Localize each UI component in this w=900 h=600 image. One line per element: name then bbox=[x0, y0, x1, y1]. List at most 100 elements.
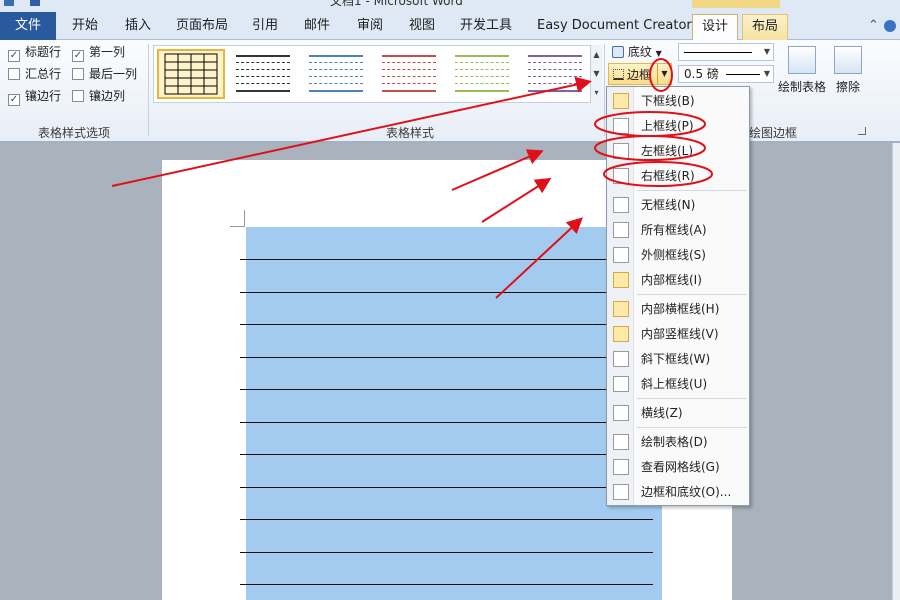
borders-dropdown-menu: 下框线(B) 上框线(P) 左框线(L) 右框线(R) 无框线(N) 所有框线(… bbox=[606, 86, 750, 506]
checkbox-icon bbox=[72, 90, 84, 102]
swatch-line bbox=[455, 83, 509, 84]
menu-item-inside-vertical-border[interactable]: 内部竖框线(V) bbox=[607, 322, 749, 346]
swatch-line bbox=[455, 76, 509, 77]
chevron-down-icon: ▼ bbox=[655, 49, 662, 58]
menu-item-diagonal-down-border[interactable]: 斜下框线(W) bbox=[607, 347, 749, 371]
minimize-ribbon-icon[interactable]: ⌃ bbox=[868, 18, 879, 33]
menu-item-left-border[interactable]: 左框线(L) bbox=[607, 139, 749, 163]
swatch-line bbox=[528, 90, 582, 92]
checkbox-icon: ✓ bbox=[8, 94, 20, 106]
horizontal-line-icon bbox=[613, 405, 629, 421]
vertical-scrollbar[interactable] bbox=[892, 143, 900, 600]
tab-easy-document-creator[interactable]: Easy Document Creator bbox=[529, 14, 700, 40]
checkbox-total-row[interactable]: 汇总行 bbox=[8, 66, 61, 82]
swatch-line bbox=[382, 83, 436, 84]
menu-item-diagonal-up-border[interactable]: 斜上框线(U) bbox=[607, 372, 749, 396]
document-table[interactable] bbox=[246, 227, 662, 600]
checkbox-last-column[interactable]: 最后一列 bbox=[72, 66, 137, 82]
left-border-icon bbox=[613, 143, 629, 159]
group-separator bbox=[148, 44, 149, 136]
table-style-swatch-red[interactable] bbox=[376, 49, 444, 99]
pen-weight-combo[interactable]: 0.5 磅 ▼ bbox=[678, 65, 774, 83]
gallery-scroll[interactable]: ▲ ▼ ▾ bbox=[590, 45, 602, 103]
table-styles-gallery bbox=[153, 45, 601, 103]
all-borders-icon bbox=[613, 222, 629, 238]
menu-item-borders-and-shading[interactable]: 边框和底纹(O)... bbox=[607, 480, 749, 504]
table-style-swatch-purple[interactable] bbox=[522, 49, 590, 99]
dialog-launcher-icon[interactable] bbox=[858, 127, 866, 135]
table-row-line bbox=[240, 356, 653, 358]
gridlines-icon bbox=[613, 459, 629, 475]
menu-item-bottom-border[interactable]: 下框线(B) bbox=[607, 89, 749, 113]
table-row-line bbox=[240, 389, 653, 390]
tab-page-layout[interactable]: 页面布局 bbox=[168, 14, 236, 40]
chevron-down-icon: ▼ bbox=[763, 47, 771, 56]
bottom-border-icon bbox=[613, 93, 629, 109]
table-style-swatch-plain[interactable] bbox=[230, 49, 298, 99]
eraser-button[interactable]: 擦除 bbox=[830, 46, 866, 95]
chevron-down-icon: ▼ bbox=[763, 69, 771, 78]
tab-file[interactable]: 文件 bbox=[0, 12, 56, 40]
menu-item-draw-table[interactable]: 绘制表格(D) bbox=[607, 430, 749, 454]
inside-borders-icon bbox=[613, 272, 629, 288]
shading-button[interactable]: 底纹 ▼ bbox=[612, 42, 662, 62]
group-label-table-style-options: 表格样式选项 bbox=[37, 126, 110, 140]
menu-item-outside-borders[interactable]: 外侧框线(S) bbox=[607, 243, 749, 267]
borders-button[interactable]: 边框 ▼ bbox=[608, 63, 672, 85]
table-row-line bbox=[240, 486, 653, 488]
menu-item-inside-horizontal-border[interactable]: 内部横框线(H) bbox=[607, 297, 749, 321]
menu-item-inside-borders[interactable]: 内部框线(I) bbox=[607, 268, 749, 292]
tab-view[interactable]: 视图 bbox=[401, 14, 443, 40]
table-style-swatch-grid[interactable] bbox=[157, 49, 225, 99]
checkbox-banded-rows[interactable]: ✓ 镶边行 bbox=[8, 88, 61, 106]
table-style-swatch-blue[interactable] bbox=[303, 49, 371, 99]
tab-home[interactable]: 开始 bbox=[64, 14, 106, 40]
table-row-line bbox=[240, 454, 653, 455]
menu-item-view-gridlines[interactable]: 查看网格线(G) bbox=[607, 455, 749, 479]
window-title: 文档1 - Microsoft Word bbox=[330, 0, 463, 8]
tab-layout[interactable]: 布局 bbox=[742, 14, 788, 40]
bottom-border-icon bbox=[613, 69, 624, 80]
table-row-line bbox=[240, 551, 653, 553]
tab-design[interactable]: 设计 bbox=[692, 14, 738, 41]
tab-insert[interactable]: 插入 bbox=[117, 14, 159, 40]
swatch-line bbox=[528, 69, 582, 70]
pen-weight-line bbox=[725, 74, 760, 75]
swatch-line bbox=[309, 76, 363, 77]
inside-vertical-border-icon bbox=[613, 326, 629, 342]
checkbox-icon bbox=[72, 68, 84, 80]
menu-item-no-border[interactable]: 无框线(N) bbox=[607, 193, 749, 217]
draw-table-icon bbox=[613, 434, 629, 450]
swatch-line bbox=[528, 76, 582, 77]
checkbox-banded-columns[interactable]: 镶边列 bbox=[72, 88, 125, 104]
menu-item-right-border[interactable]: 右框线(R) bbox=[607, 164, 749, 188]
pen-style-combo[interactable]: ▼ bbox=[678, 43, 774, 61]
menu-item-top-border[interactable]: 上框线(P) bbox=[607, 114, 749, 138]
tab-developer[interactable]: 开发工具 bbox=[452, 14, 520, 40]
word-app-icon[interactable] bbox=[4, 0, 14, 6]
menu-item-horizontal-line[interactable]: 横线(Z) bbox=[607, 401, 749, 425]
help-icon[interactable] bbox=[884, 20, 896, 32]
group-label-table-styles: 表格样式 bbox=[385, 126, 434, 140]
swatch-line bbox=[309, 69, 363, 70]
swatch-line bbox=[382, 55, 436, 57]
tab-mailings[interactable]: 邮件 bbox=[296, 14, 338, 40]
draw-table-button[interactable]: 绘制表格 bbox=[776, 46, 828, 95]
menu-item-all-borders[interactable]: 所有框线(A) bbox=[607, 218, 749, 242]
swatch-line bbox=[455, 69, 509, 70]
table-style-swatch-green[interactable] bbox=[449, 49, 517, 99]
table-row-line bbox=[240, 519, 653, 520]
inside-horizontal-border-icon bbox=[613, 301, 629, 317]
swatch-line bbox=[455, 62, 509, 63]
checkbox-header-row[interactable]: ✓ 标题行 bbox=[8, 44, 61, 62]
tab-references[interactable]: 引用 bbox=[244, 14, 286, 40]
borders-dropdown-arrow[interactable]: ▼ bbox=[657, 64, 671, 84]
checkbox-first-column[interactable]: ✓ 第一列 bbox=[72, 44, 125, 62]
tab-review[interactable]: 审阅 bbox=[349, 14, 391, 40]
swatch-line bbox=[236, 83, 290, 84]
ribbon: ✓ 标题行 ✓ 第一列 汇总行 最后一列 ✓ 镶边行 镶边列 表格样式选项 ▲ ▼ ▾ 表… bbox=[0, 40, 900, 142]
swatch-line bbox=[309, 55, 363, 57]
grid-table-icon bbox=[164, 53, 218, 95]
table-row-line bbox=[240, 584, 653, 585]
save-icon[interactable] bbox=[30, 0, 40, 6]
